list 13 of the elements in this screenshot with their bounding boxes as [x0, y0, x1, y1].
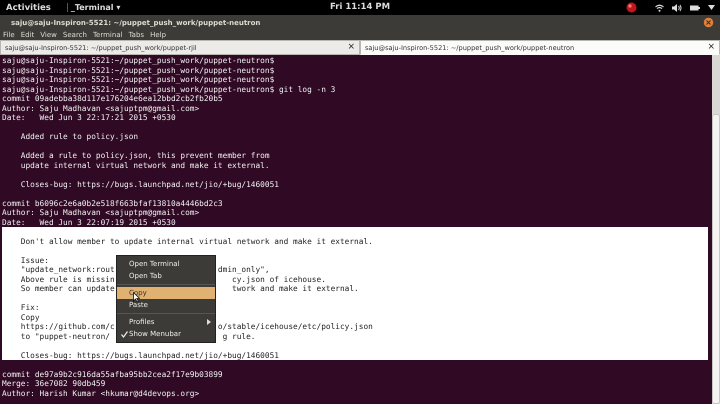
tab-close-button[interactable]: × — [347, 43, 355, 52]
app-menu[interactable]: _Terminal ▾ — [66, 3, 120, 12]
status-icon[interactable] — [626, 2, 637, 13]
close-icon[interactable] — [703, 17, 714, 28]
scrollbar[interactable] — [712, 55, 720, 404]
activities-button[interactable]: Activities — [0, 2, 57, 12]
tab-close-button[interactable]: × — [707, 43, 715, 52]
scroll-thumb[interactable] — [712, 114, 720, 404]
battery-icon[interactable] — [690, 4, 700, 10]
clock[interactable]: Fri 11:14 PM — [330, 2, 390, 12]
wifi-icon[interactable] — [655, 4, 664, 12]
volume-icon[interactable] — [672, 4, 682, 12]
caret-icon[interactable] — [708, 5, 715, 10]
